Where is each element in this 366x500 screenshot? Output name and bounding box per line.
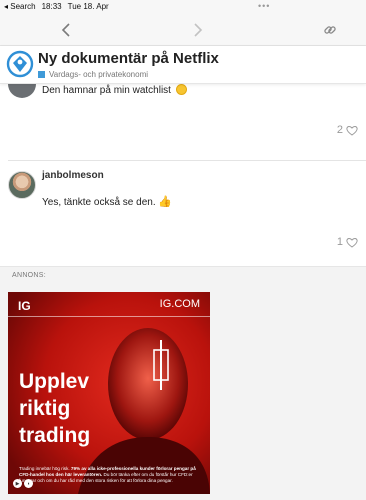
slightly-smiling-face-icon (175, 84, 187, 95)
avatar[interactable] (8, 171, 36, 199)
status-bar: ◂ Search 18:33 Tue 18. Apr ••• (0, 0, 366, 14)
ad-disclaimer: Trading innebär hög risk. 79% av alla ic… (19, 466, 205, 484)
post-text: Den hamnar på min watchlist (42, 85, 171, 96)
heart-icon (346, 125, 358, 136)
ad-brand-logo: IG (18, 299, 31, 313)
back-app-label: Search (10, 2, 36, 11)
ad-url: IG.COM (159, 298, 200, 310)
back-to-app-link[interactable]: ◂ Search (4, 2, 36, 11)
like-count: 2 (336, 124, 343, 136)
category-label: Vardags- och privatekonomi (49, 70, 149, 79)
ad-disclaimer-text: Trading innebär hög risk. (19, 466, 71, 471)
mute-icon[interactable]: ◖ (24, 479, 33, 488)
date: Tue 18. Apr (67, 2, 109, 11)
copy-link-button[interactable] (320, 20, 340, 40)
category-badge[interactable]: Vardags- och privatekonomi (38, 70, 148, 79)
post-body: Yes, tänkte också se den. 👍 (42, 195, 172, 208)
like-button[interactable]: 1 (337, 236, 358, 248)
heart-icon (346, 237, 358, 248)
back-button[interactable] (56, 20, 76, 40)
clock: 18:33 (41, 2, 62, 11)
multitask-dots[interactable]: ••• (258, 1, 270, 11)
post-username[interactable]: janbolmeson (42, 170, 104, 181)
topic-header: Ny dokumentär på Netflix Vardags- och pr… (0, 46, 366, 84)
ad-controls: ▶ ◖ (13, 479, 33, 488)
ad-label: ANNONS: (12, 272, 46, 279)
ad-headline: Upplev riktig trading (19, 368, 90, 449)
ad-headline-line: Upplev (19, 370, 90, 393)
play-icon[interactable]: ▶ (13, 479, 22, 488)
chevron-left-icon (61, 23, 70, 37)
link-icon (324, 26, 336, 34)
page: ◂ Search 18:33 Tue 18. Apr ••• Ny dokume… (0, 0, 366, 500)
ad-divider (8, 316, 210, 317)
like-button[interactable]: 2 (337, 124, 358, 136)
ad-headline-line: riktig (19, 397, 71, 420)
site-logo-icon[interactable] (6, 50, 34, 78)
post-body: Den hamnar på min watchlist (42, 84, 187, 96)
post: Den hamnar på min watchlist 2 (0, 70, 366, 160)
post-text: Yes, tänkte också se den. (42, 197, 156, 208)
status-bar-left: ◂ Search 18:33 Tue 18. Apr (4, 2, 109, 11)
topic-title[interactable]: Ny dokumentär på Netflix (38, 50, 219, 67)
post: janbolmeson Yes, tänkte också se den. 👍 … (0, 161, 366, 261)
browser-toolbar (0, 14, 366, 46)
thumbs-up-icon: 👍 (158, 196, 173, 208)
ad-headline-line: trading (19, 424, 91, 447)
like-count: 1 (336, 236, 343, 248)
ad-banner[interactable]: IG IG.COM Upplev riktig trading Trading … (8, 292, 210, 494)
forward-button[interactable] (188, 20, 208, 40)
chevron-right-icon (194, 23, 203, 37)
category-color-swatch (38, 71, 45, 78)
